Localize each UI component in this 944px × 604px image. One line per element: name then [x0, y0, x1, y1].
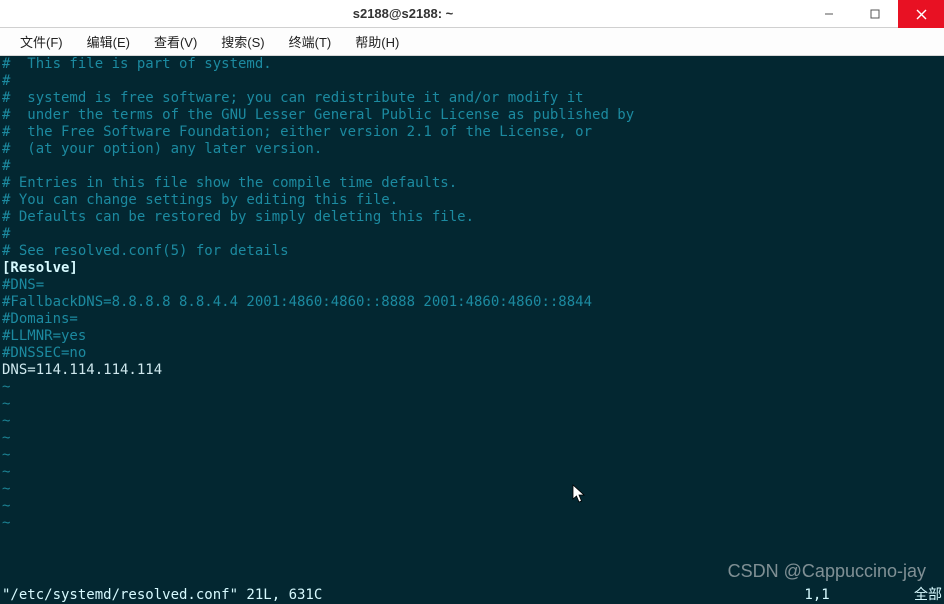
close-button[interactable] — [898, 0, 944, 28]
file-line: #DNSSEC=no — [0, 345, 944, 362]
file-line: # (at your option) any later version. — [0, 141, 944, 158]
empty-line-tilde: ~ — [0, 481, 944, 498]
file-line: # See resolved.conf(5) for details — [0, 243, 944, 260]
status-right: 全部 — [914, 587, 942, 604]
menu-terminal[interactable]: 终端(T) — [277, 28, 344, 55]
status-file: "/etc/systemd/resolved.conf" 21L, 631C — [2, 587, 322, 604]
file-line: # — [0, 226, 944, 243]
file-line: #FallbackDNS=8.8.8.8 8.8.4.4 2001:4860:4… — [0, 294, 944, 311]
file-line: # This file is part of systemd. — [0, 56, 944, 73]
window-controls — [806, 0, 944, 27]
menu-view[interactable]: 查看(V) — [142, 28, 209, 55]
menu-bar: 文件(F) 编辑(E) 查看(V) 搜索(S) 终端(T) 帮助(H) — [0, 28, 944, 56]
watermark: CSDN @Cappuccino-jay — [728, 563, 926, 580]
file-line: # the Free Software Foundation; either v… — [0, 124, 944, 141]
menu-file[interactable]: 文件(F) — [8, 28, 75, 55]
file-line: # Entries in this file show the compile … — [0, 175, 944, 192]
titlebar: s2188@s2188: ~ — [0, 0, 944, 28]
terminal-area[interactable]: # This file is part of systemd.## system… — [0, 56, 944, 604]
maximize-button[interactable] — [852, 0, 898, 28]
file-line: #Domains= — [0, 311, 944, 328]
menu-edit[interactable]: 编辑(E) — [75, 28, 142, 55]
empty-line-tilde: ~ — [0, 515, 944, 532]
file-line: # — [0, 158, 944, 175]
empty-line-tilde: ~ — [0, 447, 944, 464]
empty-line-tilde: ~ — [0, 464, 944, 481]
file-line: [Resolve] — [0, 260, 944, 277]
empty-line-tilde: ~ — [0, 498, 944, 515]
empty-line-tilde: ~ — [0, 413, 944, 430]
file-line: # Defaults can be restored by simply del… — [0, 209, 944, 226]
file-line: DNS=114.114.114.114 — [0, 362, 944, 379]
minimize-button[interactable] — [806, 0, 852, 28]
empty-line-tilde: ~ — [0, 396, 944, 413]
file-line: # You can change settings by editing thi… — [0, 192, 944, 209]
file-line: # — [0, 73, 944, 90]
window-title: s2188@s2188: ~ — [0, 6, 806, 21]
menu-search[interactable]: 搜索(S) — [209, 28, 276, 55]
file-line: #LLMNR=yes — [0, 328, 944, 345]
file-line: #DNS= — [0, 277, 944, 294]
status-position: 1,1 — [804, 587, 829, 604]
empty-line-tilde: ~ — [0, 430, 944, 447]
empty-line-tilde: ~ — [0, 379, 944, 396]
menu-help[interactable]: 帮助(H) — [343, 28, 411, 55]
file-line: # systemd is free software; you can redi… — [0, 90, 944, 107]
vim-statusline: "/etc/systemd/resolved.conf" 21L, 631C 1… — [0, 587, 944, 604]
file-line: # under the terms of the GNU Lesser Gene… — [0, 107, 944, 124]
